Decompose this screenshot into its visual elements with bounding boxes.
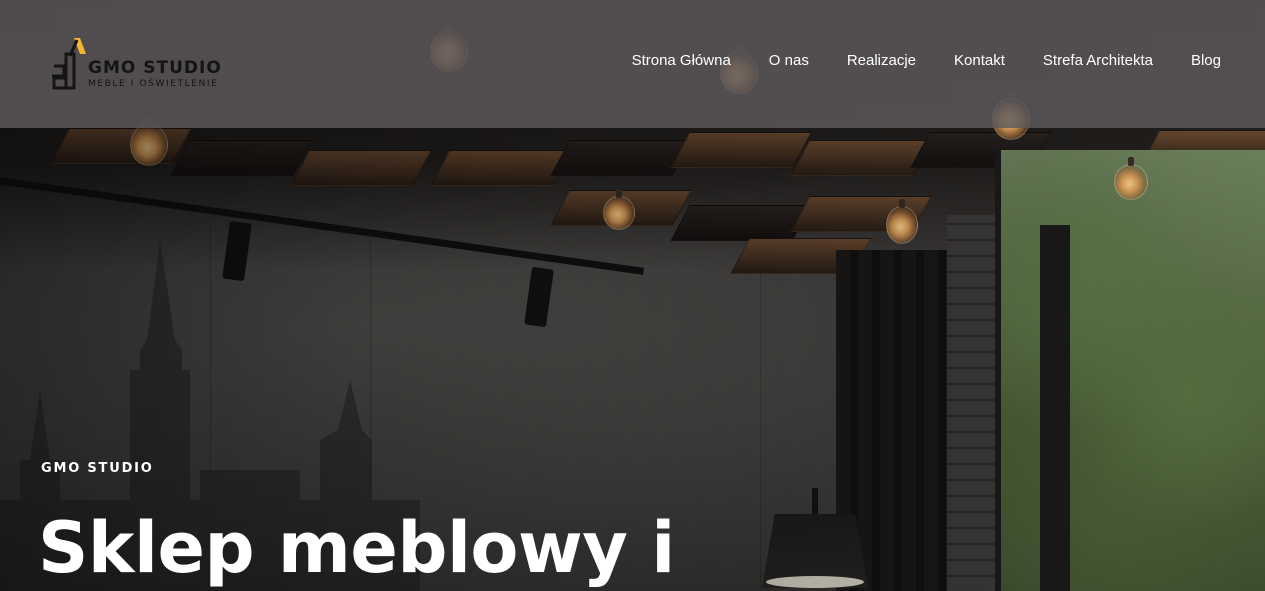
site-header: GMO STUDIO MEBLE I OŚWIETLENIE Strona Gł… (0, 0, 1265, 128)
gmo-studio-logo-mark-icon (52, 38, 86, 90)
nav-link-projects[interactable]: Realizacje (847, 52, 916, 69)
nav-link-blog[interactable]: Blog (1191, 52, 1221, 69)
logo-subtitle: MEBLE I OŚWIETLENIE (88, 79, 219, 89)
logo-title: GMO STUDIO (88, 58, 222, 78)
nav-link-home[interactable]: Strona Główna (632, 52, 731, 69)
site-logo[interactable]: GMO STUDIO MEBLE I OŚWIETLENIE (50, 36, 250, 94)
main-navigation: Strona Główna O nas Realizacje Kontakt S… (632, 52, 1221, 69)
hero-eyebrow: GMO STUDIO (41, 461, 154, 476)
nav-link-contact[interactable]: Kontakt (954, 52, 1005, 69)
nav-link-architect-zone[interactable]: Strefa Architekta (1043, 52, 1153, 69)
nav-link-about[interactable]: O nas (769, 52, 809, 69)
hero-headline: Sklep meblowy i (38, 507, 675, 589)
